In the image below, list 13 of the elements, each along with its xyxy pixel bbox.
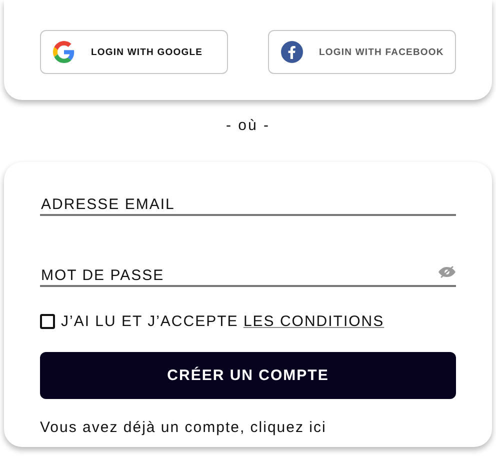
google-icon	[53, 41, 75, 63]
conditions-link[interactable]: LES CONDITIONS	[243, 313, 384, 330]
terms-text: J’AI LU ET J’ACCEPTE LES CONDITIONS	[61, 313, 384, 330]
facebook-login-button[interactable]: LOGIN WITH FACEBOOK	[268, 30, 456, 74]
eye-slash-icon[interactable]	[438, 266, 456, 278]
checkbox[interactable]	[40, 314, 55, 329]
email-field[interactable]: ADRESSE EMAIL	[40, 196, 456, 213]
google-login-button[interactable]: LOGIN WITH GOOGLE	[40, 30, 228, 74]
facebook-icon	[281, 41, 303, 63]
create-account-button[interactable]: CRÉER UN COMPTE	[40, 352, 456, 399]
login-prompt-text: Vous avez déjà un compte, cliquez ici	[40, 419, 326, 438]
separator-text: - où -	[226, 117, 270, 136]
password-field[interactable]: MOT DE PASSE	[40, 267, 438, 284]
